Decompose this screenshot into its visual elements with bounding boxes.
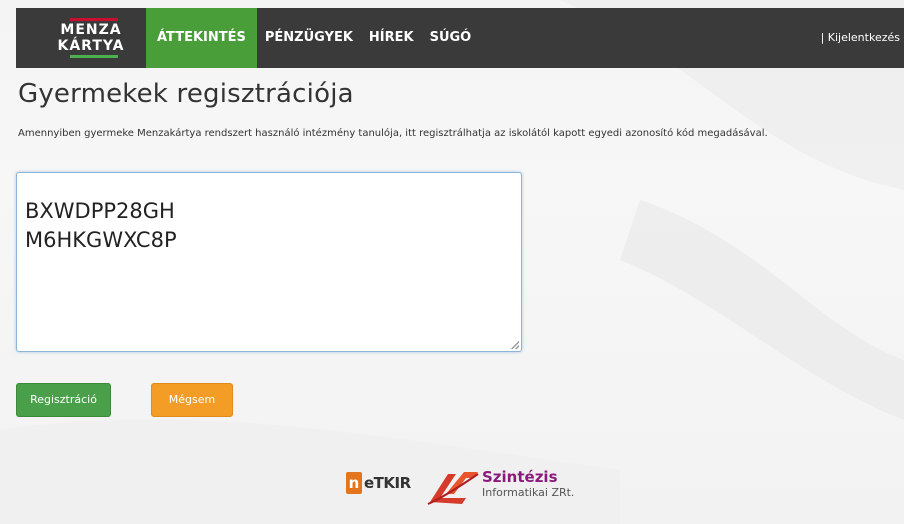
netkir-text: eTKIR	[364, 474, 411, 492]
page-title: Gyermekek regisztrációja	[18, 79, 354, 109]
student-code-textarea[interactable]	[16, 172, 522, 352]
szintezis-emblem-icon	[427, 472, 479, 505]
logo-green-stripe	[70, 55, 118, 58]
szintezis-logo: Szintézis Informatikai ZRt.	[426, 468, 596, 508]
szintezis-subtitle: Informatikai ZRt.	[482, 486, 575, 499]
page-description: Amennyiben gyermeke Menzakártya rendszer…	[18, 128, 768, 139]
logout-link[interactable]: | Kijelentkezés	[821, 8, 900, 68]
textarea-resize-handle[interactable]	[511, 341, 519, 349]
nav-item-attekintes[interactable]: ÁTTEKINTÉS	[146, 8, 257, 68]
top-navigation-bar: MENZA KÁRTYA ÁTTEKINTÉS PÉNZÜGYEK HÍREK …	[16, 8, 904, 68]
nav-item-sugo[interactable]: SÚGÓ	[422, 8, 480, 68]
cancel-button[interactable]: Mégsem	[151, 383, 233, 417]
nav-item-penzugyek[interactable]: PÉNZÜGYEK	[257, 8, 361, 68]
netkir-logo: n eTKIR	[346, 470, 411, 496]
szintezis-name: Szintézis	[482, 468, 558, 486]
register-button[interactable]: Regisztráció	[16, 383, 111, 417]
logo-line1: MENZA	[60, 22, 122, 38]
logo-red-stripe	[70, 18, 118, 21]
main-nav: ÁTTEKINTÉS PÉNZÜGYEK HÍREK SÚGÓ	[146, 8, 479, 68]
nav-item-hirek[interactable]: HÍREK	[361, 8, 422, 68]
logo-line2: KÁRTYA	[57, 38, 125, 54]
menzakartya-logo[interactable]: MENZA KÁRTYA	[46, 8, 136, 68]
netkir-mark: n	[346, 472, 362, 494]
